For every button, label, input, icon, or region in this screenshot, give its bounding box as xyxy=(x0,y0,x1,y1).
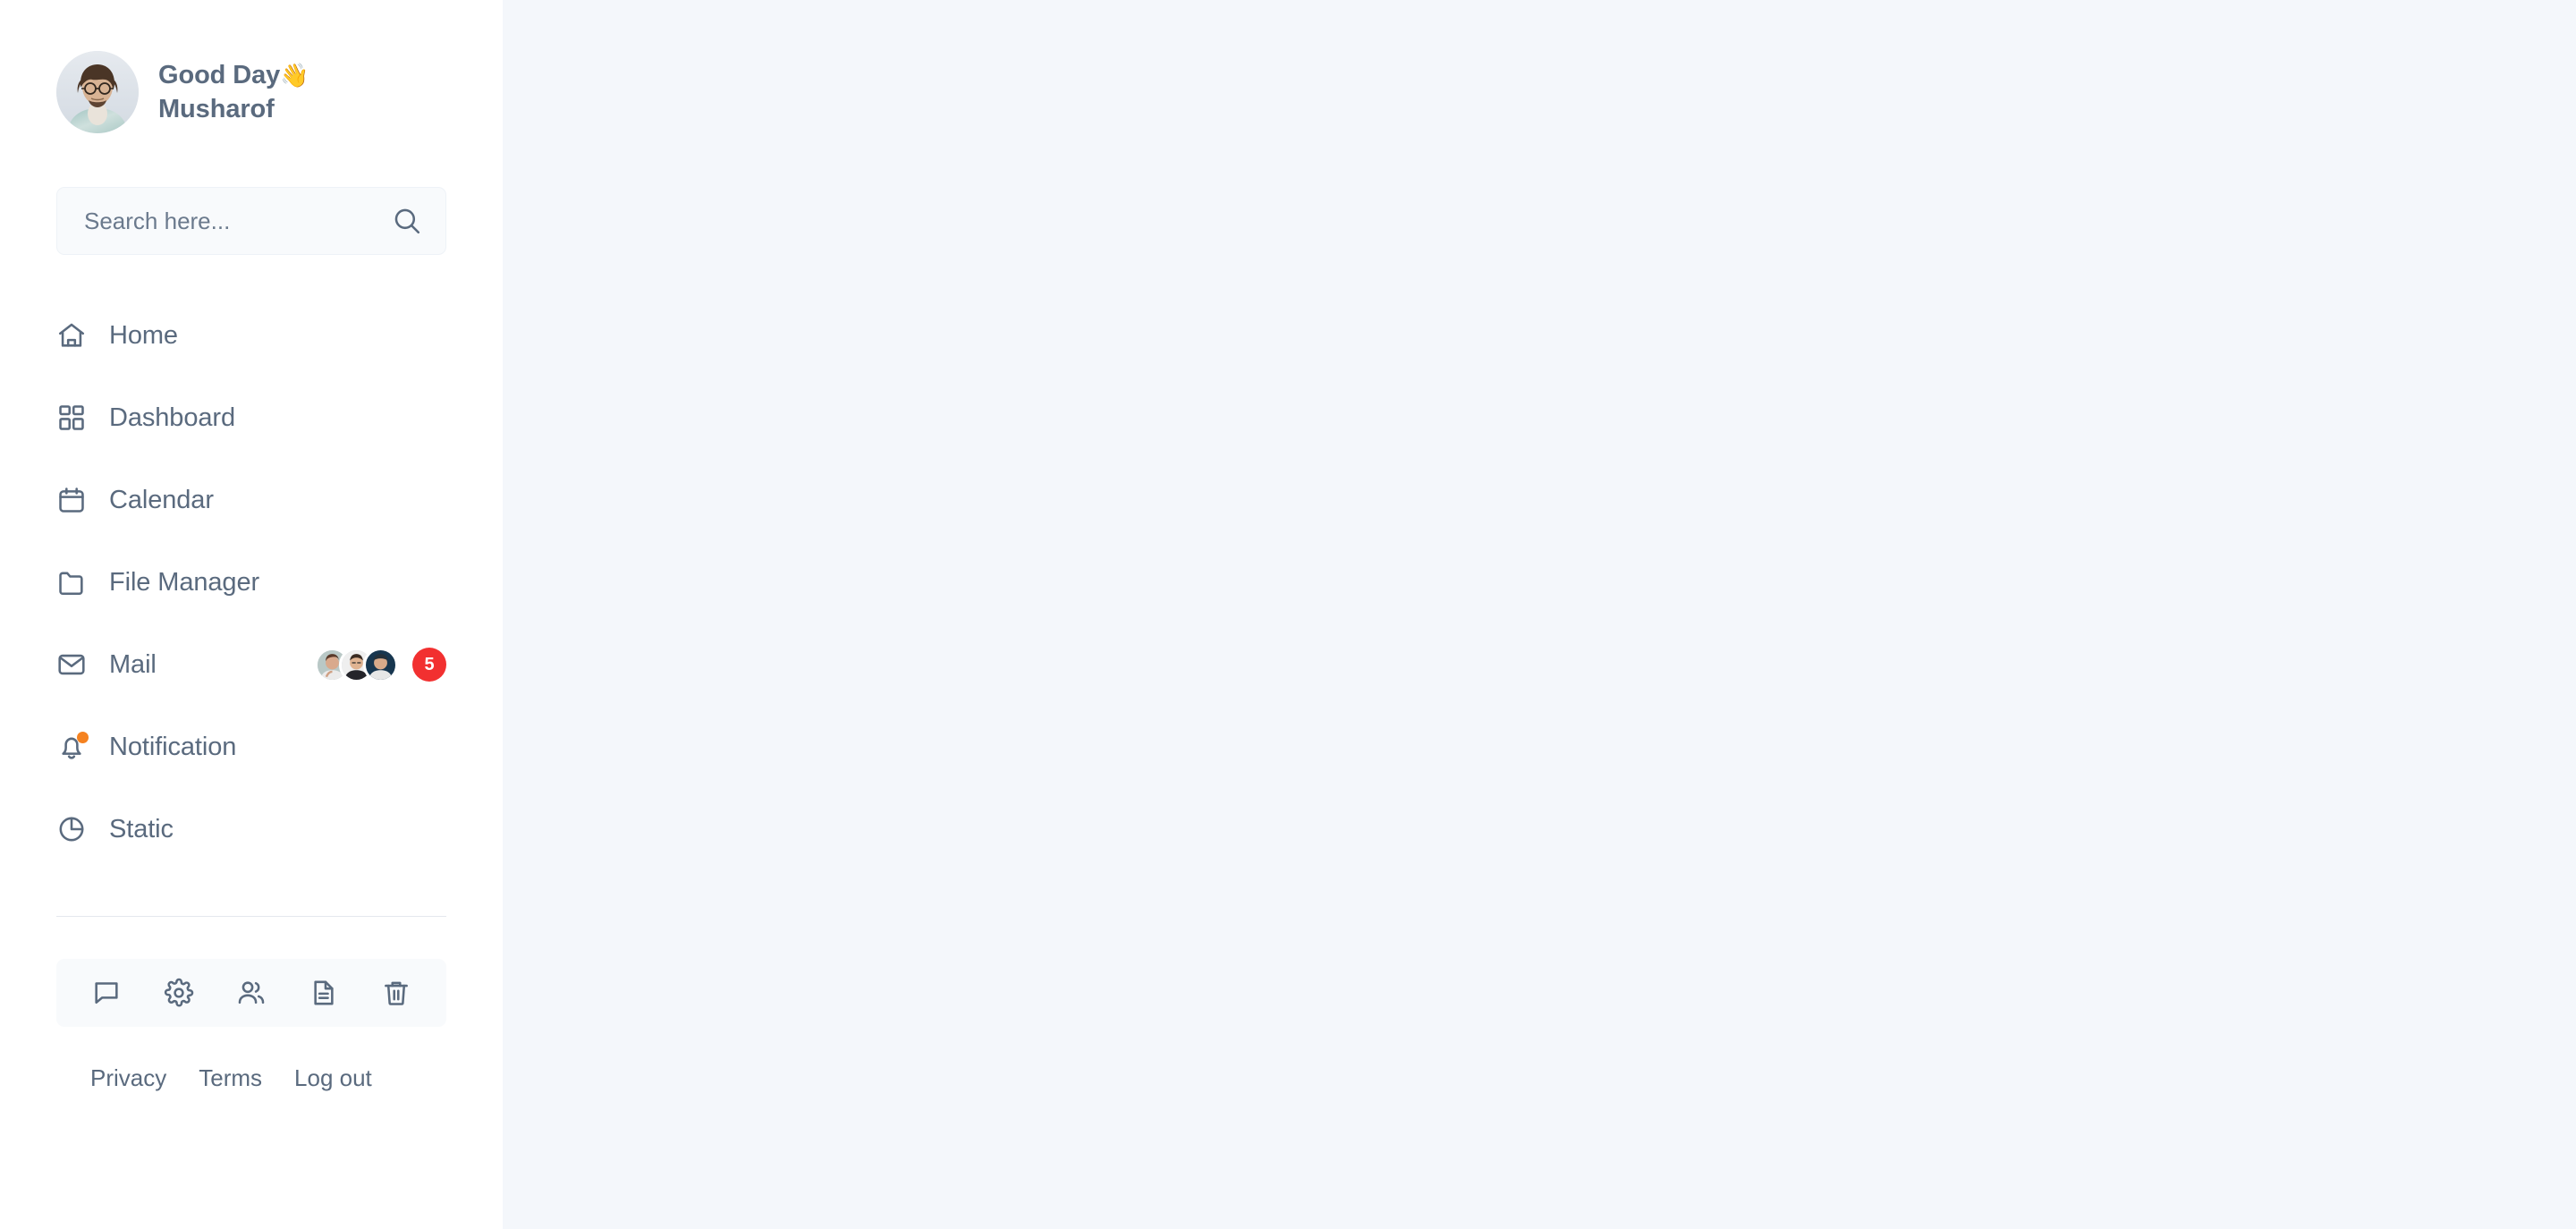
sidebar-nav: Home Dashboard Calendar File Manager Mai… xyxy=(56,294,446,870)
users-icon[interactable] xyxy=(236,978,267,1008)
greeting-label: Good Day xyxy=(158,60,281,89)
sidebar-item-label: Notification xyxy=(109,732,237,761)
grid-icon xyxy=(56,403,87,433)
logout-link[interactable]: Log out xyxy=(294,1064,372,1092)
app-root: Good Day👋 Musharof Search here... Home D… xyxy=(0,0,2576,1229)
search-icon[interactable] xyxy=(392,206,422,236)
pie-chart-icon xyxy=(56,814,87,844)
profile-greeting[interactable]: Good Day👋 Musharof xyxy=(56,51,446,133)
greeting-text: Good Day👋 Musharof xyxy=(158,58,309,127)
avatar xyxy=(56,51,139,133)
sidebar-item-label: Mail xyxy=(109,649,157,679)
sidebar-item-notification[interactable]: Notification xyxy=(56,706,446,788)
main-content-area xyxy=(503,0,2576,1229)
sidebar-item-label: File Manager xyxy=(109,567,260,597)
sidebar-item-static[interactable]: Static xyxy=(56,788,446,870)
user-name: Musharof xyxy=(158,95,275,123)
chat-icon[interactable] xyxy=(91,978,122,1008)
greeting-line-1: Good Day👋 xyxy=(158,58,309,92)
sidebar-footer-links: Privacy Terms Log out xyxy=(56,1064,446,1092)
sidebar-item-label: Home xyxy=(109,320,178,350)
sidebar-item-home[interactable]: Home xyxy=(56,294,446,377)
avatar xyxy=(363,647,398,682)
search-input[interactable] xyxy=(84,207,392,235)
sidebar-item-label: Dashboard xyxy=(109,403,235,432)
mail-meta: 5 xyxy=(315,647,446,682)
search-box[interactable] xyxy=(56,187,446,255)
bell-icon xyxy=(56,732,89,762)
privacy-link[interactable]: Privacy xyxy=(90,1064,166,1092)
document-icon[interactable] xyxy=(309,978,339,1008)
gear-icon[interactable] xyxy=(164,978,194,1008)
sidebar-divider xyxy=(56,916,446,917)
sidebar-tool-bar xyxy=(56,959,446,1027)
sidebar-item-dashboard[interactable]: Dashboard xyxy=(56,377,446,459)
folder-icon xyxy=(56,567,87,598)
sidebar-item-file-manager[interactable]: File Manager xyxy=(56,541,446,623)
sidebar: Good Day👋 Musharof Search here... Home D… xyxy=(0,0,503,1229)
sidebar-item-label: Calendar xyxy=(109,485,214,514)
calendar-icon xyxy=(56,485,87,515)
wave-emoji: 👋 xyxy=(280,61,309,89)
notification-dot xyxy=(77,732,89,743)
sidebar-item-mail[interactable]: Mail 5 xyxy=(56,623,446,706)
terms-link[interactable]: Terms xyxy=(199,1064,262,1092)
home-icon xyxy=(56,320,87,351)
mail-avatar-stack[interactable] xyxy=(315,647,398,682)
sidebar-item-calendar[interactable]: Calendar xyxy=(56,459,446,541)
mail-icon xyxy=(56,649,87,680)
mail-badge-count: 5 xyxy=(412,648,446,682)
sidebar-item-label: Static xyxy=(109,814,174,843)
trash-icon[interactable] xyxy=(381,978,411,1008)
